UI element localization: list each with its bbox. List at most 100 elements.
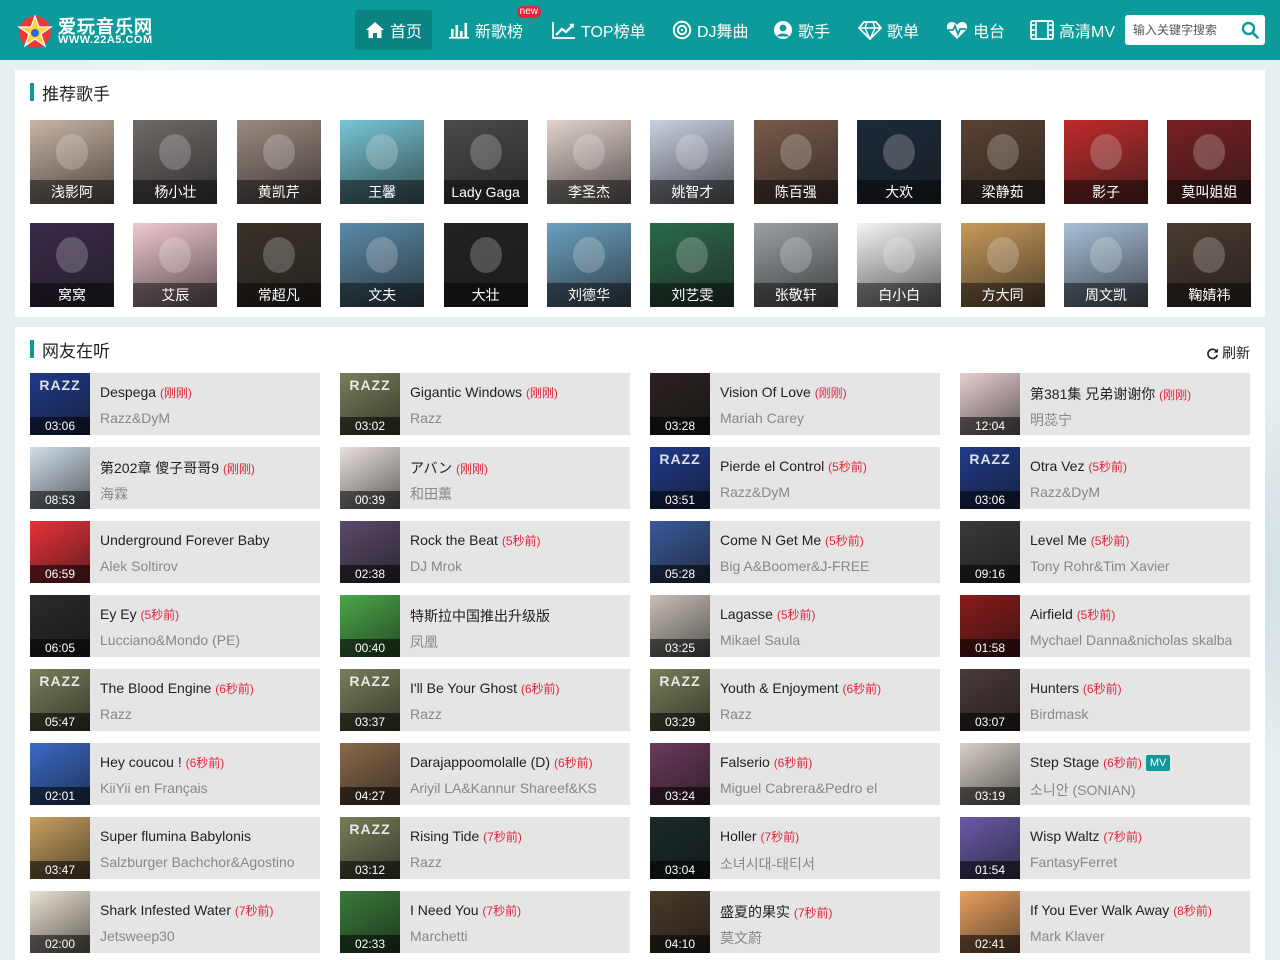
song-artist[interactable]: Mark Klaver — [1030, 928, 1244, 944]
song-item[interactable]: 03:24 Falserio (6秒前) Miguel Cabrera&Pedro … — [650, 743, 940, 805]
song-item[interactable]: RAZZ 03:29 Youth & Enjoyment (6秒前) Razz — [650, 669, 940, 731]
song-artist[interactable]: Miguel Cabrera&Pedro el — [720, 780, 934, 796]
song-item[interactable]: 01:54 Wisp Waltz (7秒前) FantasyFerret — [960, 817, 1250, 879]
song-title[interactable]: 盛夏的果实 — [720, 904, 790, 920]
singer-card[interactable]: 刘艺雯 — [650, 223, 735, 307]
song-title[interactable]: The Blood Engine — [100, 680, 211, 696]
song-artist[interactable]: 海霖 — [100, 484, 314, 504]
refresh-button[interactable]: 刷新 — [1206, 343, 1250, 363]
song-title[interactable]: Gigantic Windows — [410, 384, 522, 400]
song-item[interactable]: 03:19 Step Stage (6秒前) MV 소니안 (SONIAN) — [960, 743, 1250, 805]
search-input[interactable] — [1125, 15, 1237, 45]
song-item[interactable]: 03:07 Hunters (6秒前) Birdmask — [960, 669, 1250, 731]
song-title[interactable]: Pierde el Control — [720, 458, 824, 474]
nav-item[interactable]: 首页 — [355, 10, 433, 50]
song-title[interactable]: Vision Of Love — [720, 384, 811, 400]
song-item[interactable]: 06:05 Ey Ey (5秒前) Lucciano&Mondo (PE) — [30, 595, 320, 657]
song-title[interactable]: 第381集 兄弟谢谢你 — [1030, 386, 1155, 402]
song-item[interactable]: RAZZ 05:47 The Blood Engine (6秒前) Razz — [30, 669, 320, 731]
song-artist[interactable]: 和田薫 — [410, 484, 624, 504]
singer-card[interactable]: 浅影阿 — [30, 120, 114, 204]
song-title[interactable]: 第202章 傻子哥哥9 — [100, 460, 219, 476]
song-artist[interactable]: Ariyil LA&Kannur Shareef&KS — [410, 780, 624, 796]
song-item[interactable]: 06:59 Underground Forever Baby Alek Soltir… — [30, 521, 320, 583]
singer-card[interactable]: 大壮 — [443, 223, 528, 307]
singer-card[interactable]: 陈百强 — [753, 120, 838, 204]
song-title[interactable]: Ey Ey — [100, 606, 137, 622]
singer-card[interactable]: 方大同 — [960, 223, 1045, 307]
song-title[interactable]: Hey coucou ! — [100, 754, 182, 770]
singer-card[interactable]: 周文凯 — [1064, 223, 1148, 307]
song-item[interactable]: 04:10 盛夏的果实 (7秒前) 莫文蔚 — [650, 891, 940, 953]
song-title[interactable]: Step Stage — [1030, 754, 1099, 770]
singer-card[interactable]: 艾辰 — [133, 223, 218, 307]
song-artist[interactable]: FantasyFerret — [1030, 854, 1244, 870]
song-item[interactable]: 00:39 アバン (刚刚) 和田薫 — [340, 447, 630, 509]
singer-card[interactable]: 鞠婧祎 — [1167, 223, 1252, 307]
song-item[interactable]: 02:01 Hey coucou ! (6秒前) KiiYii en Françai… — [30, 743, 320, 805]
singer-card[interactable]: 窝窝 — [30, 223, 114, 307]
song-title[interactable]: Holler — [720, 828, 757, 844]
song-title[interactable]: Shark Infested Water — [100, 902, 231, 918]
song-title[interactable]: Lagasse — [720, 606, 773, 622]
song-artist[interactable]: Lucciano&Mondo (PE) — [100, 632, 314, 648]
song-artist[interactable]: KiiYii en Français — [100, 780, 314, 796]
song-title[interactable]: Falserio — [720, 754, 770, 770]
song-item[interactable]: RAZZ 03:51 Pierde el Control (5秒前) Razz&DyM — [650, 447, 940, 509]
nav-item[interactable]: 高清MV — [1020, 10, 1125, 50]
singer-card[interactable]: 黄凯芹 — [236, 120, 321, 204]
nav-item[interactable]: 新歌榜 new — [438, 6, 542, 50]
song-title[interactable]: Otra Vez — [1030, 458, 1084, 474]
song-title[interactable]: I'll Be Your Ghost — [410, 680, 517, 696]
song-artist[interactable]: Salzburger Bachchor&Agostino — [100, 854, 314, 870]
singer-card[interactable]: 莫叫姐姐 — [1167, 120, 1252, 204]
song-item[interactable]: RAZZ 03:12 Rising Tide (7秒前) Razz — [340, 817, 630, 879]
song-item[interactable]: RAZZ 03:37 I'll Be Your Ghost (6秒前) Razz — [340, 669, 630, 731]
song-item[interactable]: 02:38 Rock the Beat (5秒前) DJ Mrok — [340, 521, 630, 583]
song-item[interactable]: 08:53 第202章 傻子哥哥9 (刚刚) 海霖 — [30, 447, 320, 509]
song-artist[interactable]: Mychael Danna&nicholas skalba — [1030, 632, 1244, 648]
song-title[interactable]: Darajappoomolalle (D) — [410, 754, 550, 770]
song-title[interactable]: Underground Forever Baby — [100, 532, 270, 548]
singer-card[interactable]: 梁静茹 — [960, 120, 1045, 204]
mv-badge[interactable]: MV — [1145, 755, 1171, 771]
nav-item[interactable]: DJ舞曲 — [662, 10, 759, 50]
song-artist[interactable]: Razz&DyM — [100, 410, 314, 426]
song-title[interactable]: Hunters — [1030, 680, 1079, 696]
song-artist[interactable]: Mikael Saula — [720, 632, 934, 648]
song-title[interactable]: Super flumina Babylonis — [100, 828, 251, 844]
song-item[interactable]: 03:04 Holler (7秒前) 소녀시대-태티서 — [650, 817, 940, 879]
song-title[interactable]: Despega — [100, 384, 156, 400]
song-artist[interactable]: Razz — [410, 410, 624, 426]
song-artist[interactable]: Tony Rohr&Tim Xavier — [1030, 558, 1244, 574]
nav-item[interactable]: 歌手 — [763, 10, 840, 50]
song-title[interactable]: 特斯拉中国推出升级版 — [410, 608, 550, 624]
song-title[interactable]: If You Ever Walk Away — [1030, 902, 1169, 918]
song-title[interactable]: アバン — [410, 460, 452, 476]
nav-item[interactable]: 电台 — [936, 10, 1015, 50]
song-artist[interactable]: Razz&DyM — [720, 484, 934, 500]
song-item[interactable]: 01:58 Airfield (5秒前) Mychael Danna&nichola… — [960, 595, 1250, 657]
song-artist[interactable]: 莫文蔚 — [720, 928, 934, 948]
song-title[interactable]: Level Me — [1030, 532, 1087, 548]
song-item[interactable]: 00:40 特斯拉中国推出升级版 凤凰 — [340, 595, 630, 657]
song-item[interactable]: 02:33 I Need You (7秒前) Marchetti — [340, 891, 630, 953]
singer-card[interactable]: 王馨 — [340, 120, 425, 204]
singer-card[interactable]: 影子 — [1064, 120, 1148, 204]
song-title[interactable]: Come N Get Me — [720, 532, 821, 548]
song-item[interactable]: 02:00 Shark Infested Water (7秒前) Jetsweep3… — [30, 891, 320, 953]
song-title[interactable]: Wisp Waltz — [1030, 828, 1099, 844]
song-artist[interactable]: Razz — [410, 706, 624, 722]
singer-card[interactable]: 大欢 — [857, 120, 942, 204]
song-title[interactable]: Airfield — [1030, 606, 1073, 622]
song-artist[interactable]: Alek Soltirov — [100, 558, 314, 574]
song-artist[interactable]: Razz&DyM — [1030, 484, 1244, 500]
search-icon[interactable] — [1241, 21, 1259, 39]
song-item[interactable]: 12:04 第381集 兄弟谢谢你 (刚刚) 明蕊宁 — [960, 373, 1250, 435]
singer-card[interactable]: 文夫 — [340, 223, 425, 307]
song-item[interactable]: 03:25 Lagasse (5秒前) Mikael Saula — [650, 595, 940, 657]
song-item[interactable]: 09:16 Level Me (5秒前) Tony Rohr&Tim Xavier — [960, 521, 1250, 583]
song-item[interactable]: 05:28 Come N Get Me (5秒前) Big A&Boomer&J-F… — [650, 521, 940, 583]
song-artist[interactable]: Razz — [100, 706, 314, 722]
song-item[interactable]: 03:47 Super flumina Babylonis Salzburger B… — [30, 817, 320, 879]
